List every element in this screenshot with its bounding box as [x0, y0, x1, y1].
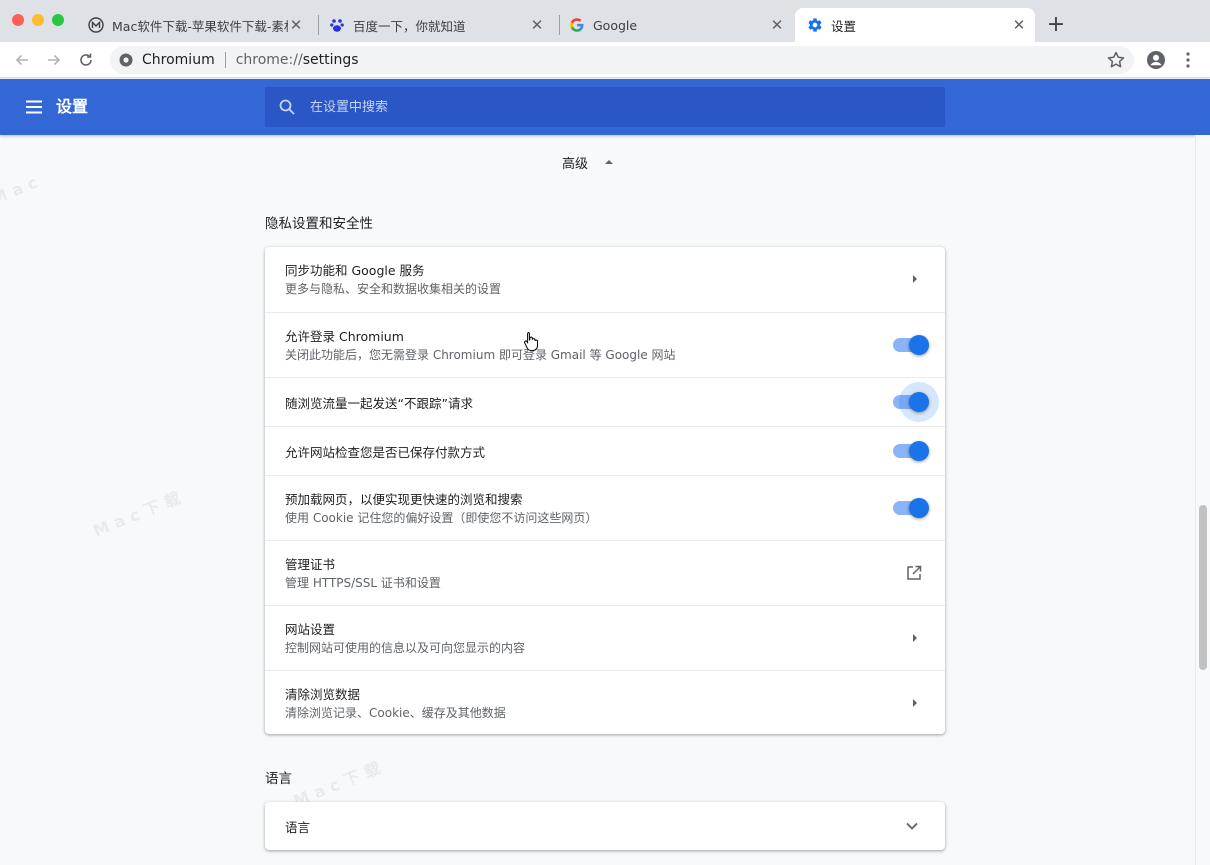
row-label: 随浏览流量一起发送“不跟踪”请求 [285, 396, 473, 411]
tab-strip: Mac软件下载-苹果软件下载-素材 ✕ 百度一下，你就知道 ✕ Google ✕… [0, 0, 1210, 42]
tab-title: Google [593, 17, 638, 33]
settings-header: 设置 [0, 79, 1210, 135]
row-sublabel: 管理 HTTPS/SSL 证书和设置 [285, 576, 441, 590]
languages-row[interactable]: 语言 [265, 802, 945, 850]
preload-pages-row[interactable]: 预加载网页，以便实现更快速的浏览和搜索 使用 Cookie 记住您的偏好设置（即… [265, 475, 945, 540]
row-label: 语言 [285, 820, 311, 835]
row-label: 同步功能和 Google 服务 [285, 263, 425, 278]
arrow-right-icon [913, 634, 917, 642]
watermark: Mac下载 [90, 486, 189, 541]
back-arrow-icon [15, 54, 28, 66]
row-sublabel: 更多与隐私、安全和数据收集相关的设置 [285, 282, 502, 296]
row-sublabel: 使用 Cookie 记住您的偏好设置（即使您不访问这些网页） [285, 511, 598, 525]
settings-title: 设置 [56, 97, 89, 116]
payment-methods-toggle[interactable] [893, 441, 929, 461]
site-settings-row[interactable]: 网站设置 控制网站可使用的信息以及可向您显示的内容 [265, 605, 945, 670]
advanced-settings-toggle[interactable]: 高级 [562, 150, 614, 174]
chevron-down-icon [906, 822, 918, 830]
manage-certificates-row[interactable]: 管理证书 管理 HTTPS/SSL 证书和设置 [265, 540, 945, 605]
profile-avatar-icon[interactable] [1146, 50, 1166, 70]
allow-chromium-signin-row[interactable]: 允许登录 Chromium 关闭此功能后，您无需登录 Chromium 即可登录… [265, 312, 945, 377]
more-menu-icon[interactable] [1180, 50, 1196, 70]
open-external-icon [907, 565, 922, 580]
close-tab-icon[interactable]: ✕ [288, 16, 304, 34]
row-sublabel: 控制网站可使用的信息以及可向您显示的内容 [285, 641, 526, 655]
row-label: 管理证书 [285, 557, 336, 572]
languages-section-title: 语言 [265, 771, 292, 787]
macdown-m-icon [88, 17, 104, 33]
browser-toolbar: Chromium chrome://settings [0, 42, 1210, 78]
minimize-window-button[interactable] [32, 14, 44, 26]
tab-divider [318, 15, 319, 35]
tab-macdown[interactable]: Mac软件下载-苹果软件下载-素材 ✕ [80, 8, 312, 42]
row-label: 清除浏览数据 [285, 687, 361, 702]
maximize-window-button[interactable] [52, 14, 64, 26]
hamburger-menu-icon[interactable] [24, 97, 44, 117]
settings-search-input[interactable] [310, 99, 870, 115]
reload-icon [80, 53, 92, 66]
tab-title: 设置 [831, 18, 857, 34]
address-path: settings [302, 52, 359, 68]
close-tab-icon[interactable]: ✕ [769, 16, 785, 34]
toggle-knob [909, 441, 929, 461]
watermark: Mac [0, 170, 46, 209]
do-not-track-toggle[interactable] [893, 382, 939, 422]
row-sublabel: 关闭此功能后，您无需登录 Chromium 即可登录 Gmail 等 Googl… [285, 348, 676, 362]
gear-icon [807, 17, 823, 33]
tab-settings[interactable]: 设置 ✕ [795, 8, 1035, 42]
tab-baidu[interactable]: 百度一下，你就知道 ✕ [321, 8, 553, 42]
arrow-right-icon [913, 275, 917, 283]
address-scheme: chrome:// [235, 52, 303, 68]
new-tab-button[interactable]: + [1044, 14, 1068, 38]
languages-card: 语言 [265, 802, 945, 850]
privacy-card: 同步功能和 Google 服务 更多与隐私、安全和数据收集相关的设置 允许登录 … [265, 247, 945, 734]
row-label: 允许网站检查您是否已保存付款方式 [285, 445, 486, 460]
toggle-knob [909, 498, 929, 518]
tab-title: Mac软件下载-苹果软件下载-素材 [112, 18, 288, 34]
sync-google-services-row[interactable]: 同步功能和 Google 服务 更多与隐私、安全和数据收集相关的设置 [265, 247, 945, 312]
address-bar[interactable]: Chromium chrome://settings [110, 46, 1134, 74]
address-divider [224, 52, 226, 68]
do-not-track-row[interactable]: 随浏览流量一起发送“不跟踪”请求 [265, 377, 945, 426]
chromium-page-icon [118, 52, 134, 68]
forward-arrow-icon [48, 54, 61, 66]
close-window-button[interactable] [12, 14, 24, 26]
back-button[interactable] [10, 48, 34, 72]
payment-methods-row[interactable]: 允许网站检查您是否已保存付款方式 [265, 426, 945, 475]
search-icon [279, 99, 295, 115]
close-tab-icon[interactable]: ✕ [529, 16, 545, 34]
clear-browsing-data-row[interactable]: 清除浏览数据 清除浏览记录、Cookie、缓存及其他数据 [265, 670, 945, 734]
close-tab-icon[interactable]: ✕ [1011, 16, 1027, 34]
scrollbar-track[interactable] [1195, 135, 1210, 865]
row-label: 网站设置 [285, 622, 336, 637]
address-origin: Chromium [142, 52, 215, 68]
caret-up-icon [605, 160, 614, 164]
tab-divider [559, 15, 560, 35]
hand-cursor-icon [524, 332, 538, 351]
privacy-section-title: 隐私设置和安全性 [265, 216, 373, 232]
toggle-knob [909, 335, 929, 355]
baidu-paw-icon [329, 17, 345, 33]
scrollbar-thumb[interactable] [1199, 505, 1207, 670]
row-label: 预加载网页，以便实现更快速的浏览和搜索 [285, 492, 523, 507]
toggle-knob [909, 392, 929, 412]
tab-title: 百度一下，你就知道 [353, 18, 466, 34]
settings-search-box[interactable] [265, 87, 945, 127]
preload-pages-toggle[interactable] [893, 498, 929, 518]
arrow-right-icon [913, 699, 917, 707]
tab-google[interactable]: Google ✕ [561, 8, 793, 42]
bookmark-star-icon[interactable] [1106, 50, 1126, 70]
row-sublabel: 清除浏览记录、Cookie、缓存及其他数据 [285, 706, 506, 720]
reload-button[interactable] [74, 48, 98, 72]
row-label: 允许登录 Chromium [285, 329, 404, 344]
allow-signin-toggle[interactable] [893, 335, 929, 355]
forward-button[interactable] [42, 48, 66, 72]
advanced-label: 高级 [562, 156, 589, 172]
google-g-icon [569, 17, 585, 33]
